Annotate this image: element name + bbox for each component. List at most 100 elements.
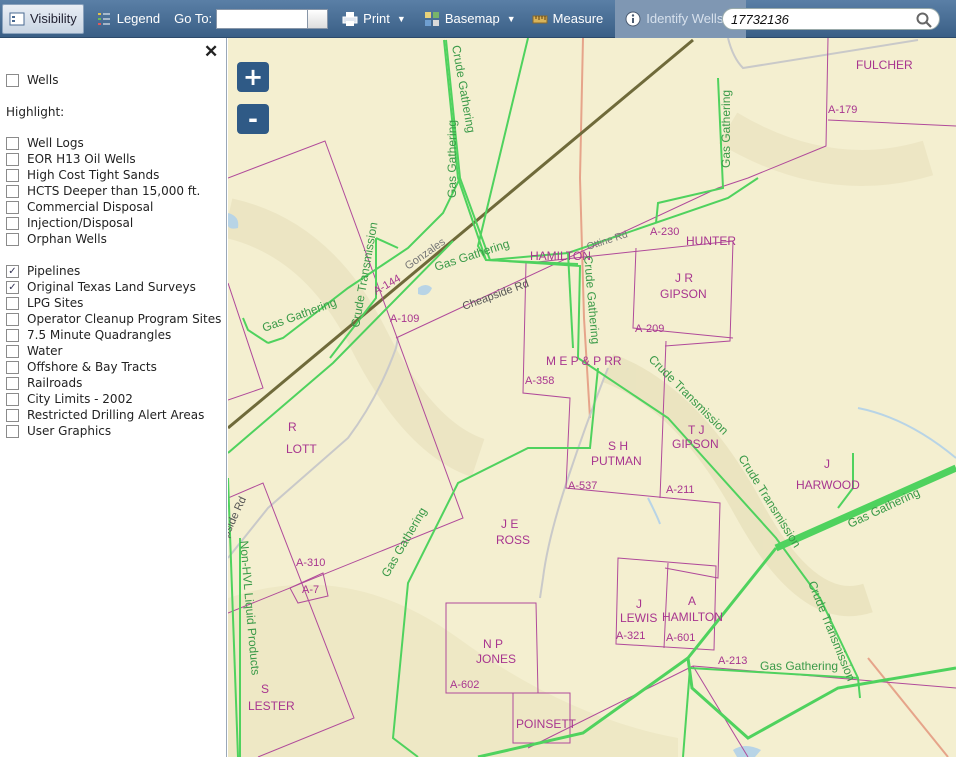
layer-item[interactable]: 7.5 Minute Quadrangles xyxy=(6,328,171,342)
search-input[interactable]: 17732136 xyxy=(722,8,940,30)
layer-item[interactable]: LPG Sites xyxy=(6,296,83,310)
layer-item-label: Injection/Disposal xyxy=(27,216,134,230)
map-label: GIPSON xyxy=(672,437,719,451)
zoom-in-button[interactable]: + xyxy=(237,62,269,92)
checkbox[interactable] xyxy=(6,344,19,358)
map-label: FULCHER xyxy=(856,58,913,72)
checkbox[interactable] xyxy=(6,168,19,182)
info-icon xyxy=(625,11,641,26)
checkbox[interactable] xyxy=(6,424,19,438)
checkbox-checked[interactable]: ✓ xyxy=(6,280,19,294)
map-label: J xyxy=(636,597,642,611)
checkbox[interactable] xyxy=(6,232,19,246)
layer-item[interactable]: HCTS Deeper than 15,000 ft. xyxy=(6,184,200,198)
chevron-down-icon: ▼ xyxy=(506,13,516,24)
goto-input[interactable] xyxy=(216,8,309,29)
checkbox[interactable] xyxy=(6,152,19,166)
measure-button[interactable]: Measure xyxy=(526,4,610,34)
layer-item[interactable]: Commercial Disposal xyxy=(6,200,153,214)
checkbox[interactable] xyxy=(6,312,19,326)
layer-item-label: Railroads xyxy=(27,376,83,390)
layer-item[interactable]: Orphan Wells xyxy=(6,232,107,246)
map-label: A-7 xyxy=(302,584,319,596)
layer-item[interactable]: Water xyxy=(6,344,62,358)
checkbox[interactable] xyxy=(6,328,19,342)
map-label: T J xyxy=(688,423,704,437)
layer-item[interactable]: City Limits - 2002 xyxy=(6,392,133,406)
map-line-label: Ottine Rd xyxy=(586,229,630,253)
map-label: A-310 xyxy=(296,557,325,569)
goto-dropdown-button[interactable] xyxy=(308,8,329,29)
layer-item-label: Operator Cleanup Program Sites xyxy=(27,312,222,326)
checkbox[interactable] xyxy=(6,184,19,198)
map-label: A-537 xyxy=(568,480,597,492)
map-label: HARWOOD xyxy=(796,478,860,492)
chevron-down-icon: ▼ xyxy=(396,13,406,24)
layer-item-label: Original Texas Land Surveys xyxy=(27,280,196,294)
layer-item[interactable]: ✓ Pipelines xyxy=(6,264,80,278)
map-label: N P xyxy=(483,637,503,651)
layer-item-label: 7.5 Minute Quadrangles xyxy=(27,328,172,342)
legend-button[interactable]: Legend xyxy=(90,4,166,34)
map-label: ROSS xyxy=(496,533,530,547)
map-view[interactable]: FULCHER A-179 HUNTER A-230 HAMILTON J R … xyxy=(228,38,956,757)
checkbox-checked[interactable]: ✓ xyxy=(6,264,19,278)
close-icon[interactable]: ✕ xyxy=(204,42,218,62)
layer-item[interactable]: User Graphics xyxy=(6,424,111,438)
layer-item[interactable]: Injection/Disposal xyxy=(6,216,133,230)
printer-icon xyxy=(342,11,358,26)
zoom-out-button[interactable]: - xyxy=(237,104,269,134)
layer-item[interactable]: High Cost Tight Sands xyxy=(6,168,159,182)
visibility-button[interactable]: Visibility xyxy=(2,3,84,34)
checkbox[interactable] xyxy=(6,136,19,150)
map-line-label: Gas Gathering xyxy=(260,295,338,335)
layer-item[interactable]: Railroads xyxy=(6,376,82,390)
checkbox[interactable] xyxy=(6,216,19,230)
checkbox[interactable] xyxy=(6,376,19,390)
checkbox[interactable] xyxy=(6,296,19,310)
layer-item[interactable]: EOR H13 Oil Wells xyxy=(6,152,136,166)
layer-item-label: Well Logs xyxy=(27,136,84,150)
layer-item-label: Restricted Drilling Alert Areas xyxy=(27,408,205,422)
search-icon[interactable] xyxy=(916,12,932,28)
checkbox[interactable] xyxy=(6,392,19,406)
layer-item[interactable]: Well Logs xyxy=(6,136,84,150)
map-label: POINSETT xyxy=(516,717,577,731)
layer-item-label: City Limits - 2002 xyxy=(27,392,133,406)
checkbox[interactable] xyxy=(6,408,19,422)
visibility-icon xyxy=(9,12,25,25)
map-label: J R xyxy=(675,271,693,285)
map-label: LEWIS xyxy=(620,611,657,625)
print-button[interactable]: Print ▼ xyxy=(336,4,412,34)
highlight-label: Highlight: xyxy=(6,105,65,119)
checkbox[interactable] xyxy=(6,73,19,87)
map-label: A-601 xyxy=(666,632,695,644)
map-label: J xyxy=(824,457,830,471)
map-label: A xyxy=(688,594,696,608)
layer-item[interactable]: Operator Cleanup Program Sites xyxy=(6,312,221,326)
legend-icon xyxy=(97,12,110,25)
toolbar: Visibility Legend Go To: Print ▼ Basemap… xyxy=(0,0,956,38)
map-label: GIPSON xyxy=(660,287,707,301)
map-line-label: Gas Gathering xyxy=(445,120,459,198)
map-label: LOTT xyxy=(286,442,317,456)
map-label: PUTMAN xyxy=(591,454,642,468)
checkbox[interactable] xyxy=(6,360,19,374)
map-label: A-358 xyxy=(525,375,554,387)
layer-item[interactable]: ✓ Original Texas Land Surveys xyxy=(6,280,196,294)
map-label: S H xyxy=(608,439,628,453)
ruler-icon xyxy=(532,15,548,23)
layer-item-label: Pipelines xyxy=(27,264,81,278)
map-label: A-211 xyxy=(666,484,695,496)
layer-item[interactable]: Restricted Drilling Alert Areas xyxy=(6,408,204,422)
checkbox[interactable] xyxy=(6,200,19,214)
map-line-label: Gas Gathering xyxy=(760,659,838,673)
map-label: A-230 xyxy=(650,226,679,238)
map-line-label: Gas Gathering xyxy=(719,90,733,168)
map-label: A-179 xyxy=(828,104,857,116)
layer-wells[interactable]: Wells xyxy=(6,73,58,87)
layer-item-label: LPG Sites xyxy=(27,296,84,310)
basemap-button[interactable]: Basemap ▼ xyxy=(418,4,522,34)
layer-item[interactable]: Offshore & Bay Tracts xyxy=(6,360,157,374)
basemap-icon xyxy=(424,11,439,26)
